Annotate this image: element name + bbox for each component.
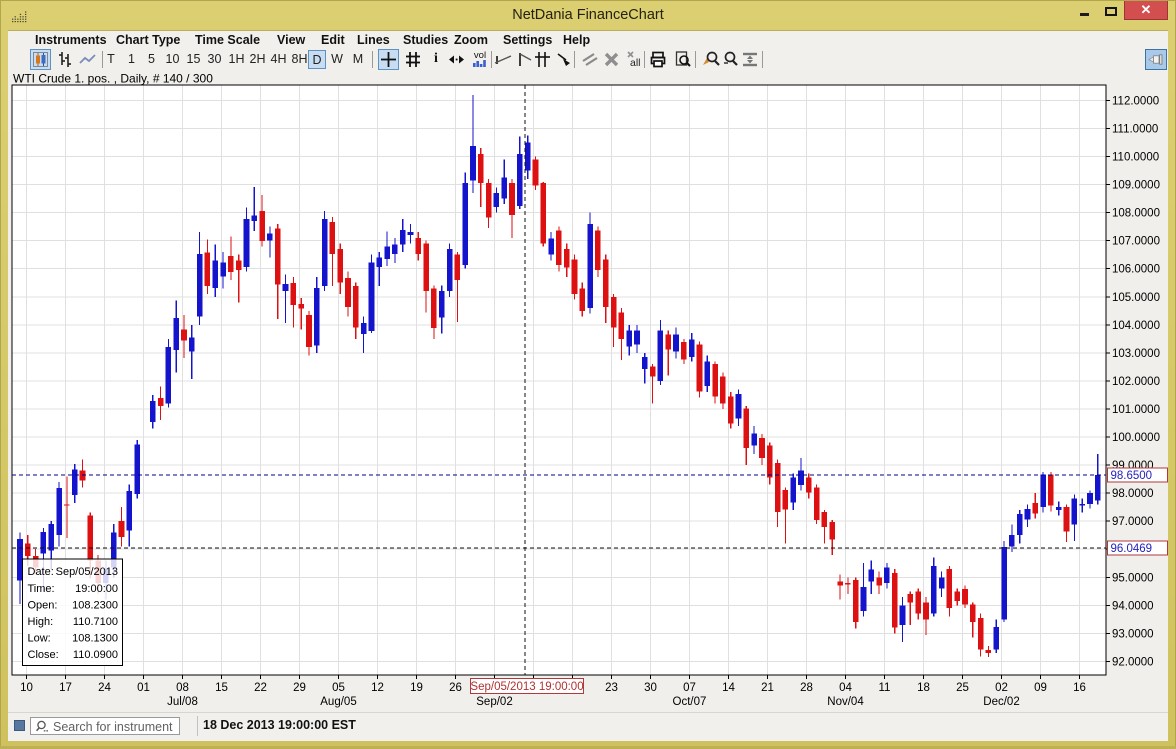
svg-text:11: 11	[879, 682, 891, 694]
svg-text:105.0000: 105.0000	[1112, 292, 1160, 304]
svg-text:Time:: Time:	[28, 583, 55, 595]
svg-text:22: 22	[254, 682, 267, 694]
svg-text:103.0000: 103.0000	[1112, 348, 1160, 360]
svg-text:Low:: Low:	[28, 633, 51, 645]
svg-text:112.0000: 112.0000	[1112, 95, 1159, 107]
svg-text:04: 04	[839, 682, 852, 694]
svg-text:19: 19	[410, 682, 423, 694]
svg-text:101.0000: 101.0000	[1112, 404, 1160, 416]
svg-text:96.0469: 96.0469	[1111, 543, 1153, 555]
svg-text:92.0000: 92.0000	[1112, 656, 1154, 668]
svg-text:98.0000: 98.0000	[1112, 488, 1154, 500]
svg-text:28: 28	[800, 682, 813, 694]
svg-text:93.0000: 93.0000	[1112, 628, 1154, 640]
svg-text:110.0900: 110.0900	[73, 649, 118, 661]
svg-text:Close:: Close:	[28, 649, 59, 661]
svg-text:108.0000: 108.0000	[1112, 208, 1160, 220]
svg-text:26: 26	[449, 682, 462, 694]
svg-text:Date:: Date:	[28, 566, 54, 578]
svg-text:01: 01	[137, 682, 150, 694]
svg-text:108.1300: 108.1300	[72, 633, 118, 645]
svg-text:21: 21	[761, 682, 774, 694]
svg-text:09: 09	[1034, 682, 1047, 694]
svg-text:30: 30	[644, 682, 657, 694]
svg-text:Aug/05: Aug/05	[320, 696, 356, 708]
svg-text:94.0000: 94.0000	[1112, 600, 1154, 612]
svg-text:107.0000: 107.0000	[1112, 236, 1160, 248]
svg-text:19:00:00: 19:00:00	[75, 583, 118, 595]
svg-text:Jul/08: Jul/08	[167, 696, 198, 708]
svg-text:106.0000: 106.0000	[1112, 264, 1160, 276]
svg-text:25: 25	[956, 682, 969, 694]
svg-text:18: 18	[917, 682, 930, 694]
svg-text:111.0000: 111.0000	[1112, 123, 1158, 135]
svg-text:16: 16	[1073, 682, 1086, 694]
svg-text:14: 14	[722, 682, 735, 694]
svg-text:95.0000: 95.0000	[1112, 572, 1154, 584]
svg-text:24: 24	[98, 682, 111, 694]
svg-text:12: 12	[371, 682, 384, 694]
svg-text:07: 07	[683, 682, 696, 694]
svg-text:110.7100: 110.7100	[73, 616, 118, 628]
svg-text:Oct/07: Oct/07	[673, 696, 707, 708]
svg-text:Sep/05/2013: Sep/05/2013	[56, 566, 118, 578]
svg-text:97.0000: 97.0000	[1112, 516, 1154, 528]
svg-text:Open:: Open:	[28, 599, 58, 611]
svg-text:10: 10	[20, 682, 33, 694]
svg-text:vol: vol	[474, 50, 486, 61]
svg-text:29: 29	[293, 682, 306, 694]
svg-text:Sep/02: Sep/02	[476, 696, 512, 708]
svg-text:23: 23	[605, 682, 618, 694]
svg-text:110.0000: 110.0000	[1112, 152, 1159, 164]
svg-text:Sep/05/2013 19:00:00: Sep/05/2013 19:00:00	[470, 681, 583, 693]
svg-text:all: all	[630, 57, 641, 69]
svg-text:WTI Crude 1. pos. , Daily, # 1: WTI Crude 1. pos. , Daily, # 140 / 300	[13, 72, 213, 86]
svg-text:05: 05	[332, 682, 345, 694]
svg-text:Nov/04: Nov/04	[827, 696, 864, 708]
svg-text:High:: High:	[28, 616, 54, 628]
svg-text:15: 15	[215, 682, 228, 694]
svg-text:104.0000: 104.0000	[1112, 320, 1160, 332]
svg-text:98.6500: 98.6500	[1111, 470, 1153, 482]
svg-text:100.0000: 100.0000	[1112, 432, 1160, 444]
svg-text:102.0000: 102.0000	[1112, 376, 1160, 388]
svg-text:108.2300: 108.2300	[72, 599, 118, 611]
svg-text:Dec/02: Dec/02	[983, 696, 1019, 708]
svg-text:02: 02	[995, 682, 1008, 694]
svg-text:08: 08	[176, 682, 189, 694]
svg-text:109.0000: 109.0000	[1112, 180, 1160, 192]
svg-text:17: 17	[59, 682, 72, 694]
